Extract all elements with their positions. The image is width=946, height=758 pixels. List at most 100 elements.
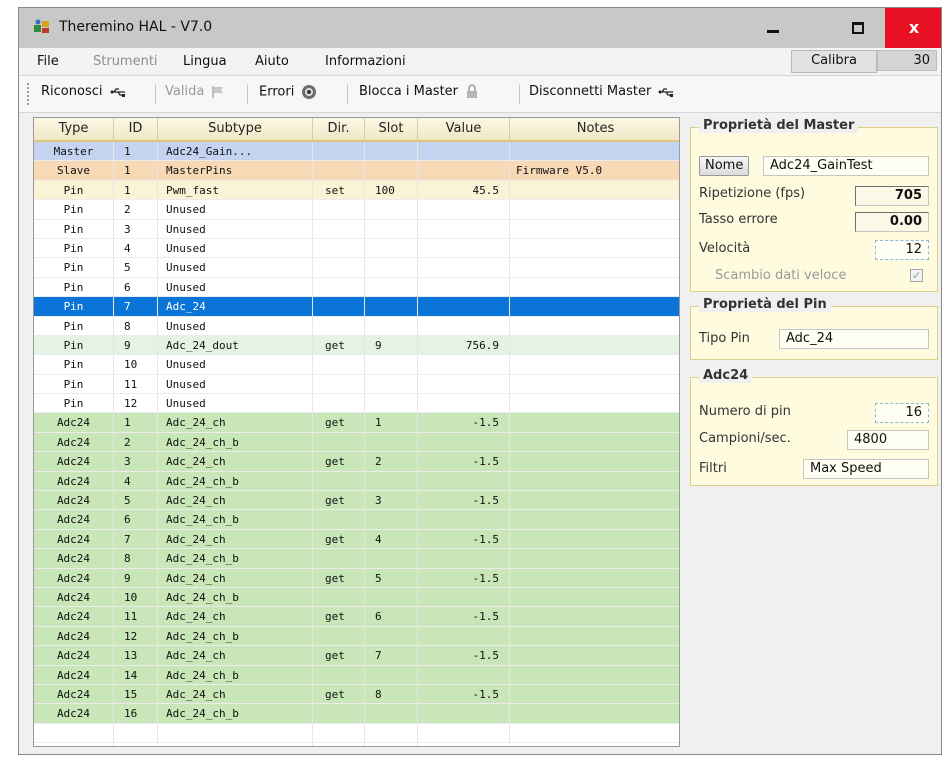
campioni-input[interactable]: 4800 — [847, 430, 929, 450]
column-header-subtype[interactable]: Subtype — [158, 118, 313, 140]
riconosci-button[interactable]: Riconosci — [41, 84, 126, 99]
table-row[interactable]: Adc24 15 Adc_24_ch get 8 -1.5 — [34, 684, 679, 705]
menu-file[interactable]: File — [37, 54, 59, 69]
table-row[interactable]: Adc24 7 Adc_24_ch get 4 -1.5 — [34, 529, 679, 550]
nome-button[interactable]: Nome — [699, 156, 750, 176]
id-cell: 6 — [114, 277, 158, 298]
maximize-button[interactable] — [831, 8, 885, 48]
disconnetti-master-button[interactable]: Disconnetti Master — [529, 84, 674, 99]
table-row[interactable]: Adc24 16 Adc_24_ch_b — [34, 704, 679, 724]
menu-informazioni[interactable]: Informazioni — [325, 54, 406, 69]
table-row[interactable]: Adc24 11 Adc_24_ch get 6 -1.5 — [34, 607, 679, 627]
table-row[interactable]: Master 1 Adc24_Gain... — [34, 142, 679, 162]
notes-cell — [510, 530, 679, 550]
table-row[interactable]: Pin 10 Unused — [34, 355, 679, 375]
id-cell: 14 — [114, 665, 158, 685]
type-cell: Adc24 — [34, 704, 114, 724]
column-header-dir[interactable]: Dir. — [313, 118, 365, 140]
table-row[interactable]: Adc24 10 Adc_24_ch_b — [34, 587, 679, 608]
type-cell: Pin — [34, 374, 114, 395]
tipo-pin-field[interactable]: Adc_24 — [779, 329, 929, 349]
type-cell: Adc24 — [34, 587, 114, 608]
calibra-button[interactable]: Calibra — [791, 50, 877, 73]
error-eye-icon — [302, 85, 317, 99]
table-row[interactable]: Adc24 8 Adc_24_ch_b — [34, 549, 679, 569]
blocca-master-label: Blocca i Master — [359, 84, 459, 99]
menu-strumenti[interactable]: Strumenti — [93, 54, 158, 69]
notes-cell — [510, 685, 679, 705]
table-row[interactable]: Adc24 4 Adc_24_ch_b — [34, 471, 679, 492]
close-button[interactable]: x — [885, 8, 941, 48]
column-header-id[interactable]: ID — [114, 118, 158, 140]
table-row[interactable]: Adc24 1 Adc_24_ch get 1 -1.5 — [34, 413, 679, 433]
table-row[interactable]: Adc24 6 Adc_24_ch_b — [34, 510, 679, 530]
scambio-dati-checkbox[interactable]: ✓ — [910, 269, 923, 282]
adc24-properties-group: Adc24 Numero di pin 16 Campioni/sec. 480… — [690, 368, 938, 486]
table-row[interactable]: Adc24 3 Adc_24_ch get 2 -1.5 — [34, 452, 679, 472]
column-header-slot[interactable]: Slot — [365, 118, 418, 140]
slot-cell — [365, 626, 418, 647]
slot-cell: 1 — [365, 413, 418, 433]
table-row[interactable]: Pin 11 Unused — [34, 374, 679, 395]
usb-icon — [110, 87, 125, 97]
usb-icon — [658, 87, 674, 97]
pin-properties-group: Proprietà del Pin Tipo Pin Adc_24 — [690, 297, 938, 360]
velocita-input[interactable]: 12 — [875, 240, 929, 260]
valida-button[interactable]: Valida — [165, 84, 225, 99]
column-header-notes[interactable]: Notes — [510, 118, 679, 140]
devices-grid[interactable]: Type ID Subtype Dir. Slot Value Notes Ma… — [33, 117, 680, 747]
empty-cell — [365, 723, 418, 744]
slot-cell: 5 — [365, 568, 418, 588]
master-properties-title: Proprietà del Master — [699, 118, 859, 133]
notes-cell — [510, 336, 679, 356]
window-title: Theremino HAL - V7.0 — [59, 19, 213, 35]
table-row[interactable]: Adc24 9 Adc_24_ch get 5 -1.5 — [34, 568, 679, 588]
table-row[interactable]: Pin 9 Adc_24_dout get 9 756.9 — [34, 335, 679, 356]
table-row[interactable]: Adc24 5 Adc_24_ch get 3 -1.5 — [34, 491, 679, 511]
dir-cell — [313, 355, 365, 375]
id-cell: 1 — [114, 413, 158, 433]
id-cell: 10 — [114, 355, 158, 375]
column-header-value[interactable]: Value — [418, 118, 510, 140]
id-cell: 7 — [114, 529, 158, 550]
table-row[interactable]: Adc24 14 Adc_24_ch_b — [34, 665, 679, 685]
subtype-cell: Adc_24_ch_b — [158, 471, 313, 492]
master-name-field[interactable]: Adc24_GainTest — [763, 156, 929, 176]
subtype-cell: Adc_24 — [158, 297, 313, 317]
slot-cell — [365, 238, 418, 259]
table-row[interactable]: Pin 5 Unused — [34, 258, 679, 278]
table-row[interactable]: Pin 12 Unused — [34, 394, 679, 414]
menu-lingua[interactable]: Lingua — [183, 54, 227, 69]
empty-cell — [510, 724, 679, 744]
dir-cell — [313, 665, 365, 685]
title-bar[interactable]: Theremino HAL - V7.0 x — [19, 8, 941, 48]
errori-button[interactable]: Errori — [259, 84, 317, 100]
value-cell: 756.9 — [418, 335, 510, 356]
value-cell — [418, 432, 510, 453]
notes-cell — [510, 607, 679, 627]
table-row[interactable]: Pin 2 Unused — [34, 200, 679, 220]
id-cell: 1 — [114, 142, 158, 162]
column-header-type[interactable]: Type — [34, 118, 114, 140]
table-row[interactable]: Pin 8 Unused — [34, 316, 679, 336]
table-row[interactable]: Pin 7 Adc_24 — [34, 297, 679, 317]
minimize-button[interactable] — [746, 8, 800, 48]
table-row[interactable]: Pin 4 Unused — [34, 238, 679, 259]
menu-aiuto[interactable]: Aiuto — [255, 54, 289, 69]
table-row[interactable]: Adc24 12 Adc_24_ch_b — [34, 626, 679, 647]
numero-pin-input[interactable]: 16 — [875, 403, 929, 423]
table-row[interactable]: Adc24 2 Adc_24_ch_b — [34, 432, 679, 453]
table-row[interactable]: Slave 1 MasterPins Firmware V5.0 — [34, 161, 679, 181]
notes-cell — [510, 704, 679, 724]
table-row[interactable]: Pin 6 Unused — [34, 277, 679, 298]
filtri-select[interactable]: Max Speed — [803, 459, 929, 479]
table-row[interactable]: Adc24 13 Adc_24_ch get 7 -1.5 — [34, 646, 679, 666]
table-row[interactable]: Pin 1 Pwm_fast set 100 45.5 — [34, 180, 679, 201]
type-cell: Pin — [34, 219, 114, 239]
slot-cell — [365, 258, 418, 278]
table-row[interactable]: Pin 3 Unused — [34, 219, 679, 239]
slot-cell — [365, 374, 418, 395]
type-cell: Adc24 — [34, 452, 114, 472]
notes-cell — [510, 549, 679, 569]
blocca-master-button[interactable]: Blocca i Master — [359, 84, 479, 99]
